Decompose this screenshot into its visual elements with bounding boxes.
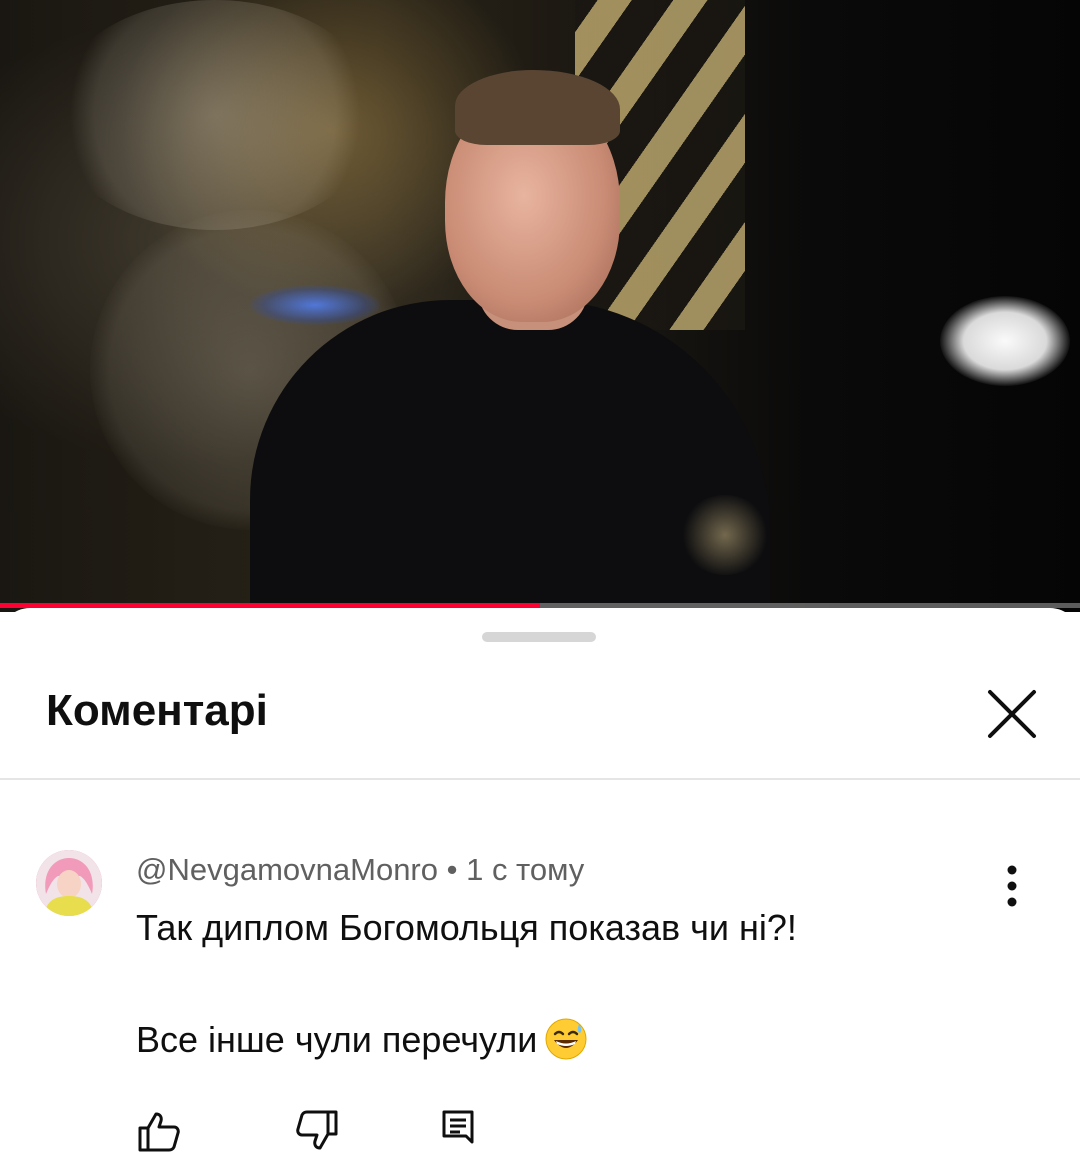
comment-author[interactable]: @NevgamovnaMonro <box>136 852 438 887</box>
bokeh-light <box>50 0 380 230</box>
person-body <box>250 300 770 612</box>
bokeh-light <box>250 285 380 325</box>
grinning-face-with-sweat-icon <box>545 1018 587 1060</box>
comment-meta: @NevgamovnaMonro • 1 с тому <box>136 852 584 888</box>
comment-text: Так диплом Богомольця показав чи ні?! Вс… <box>136 900 956 1068</box>
like-button[interactable] <box>136 1108 182 1154</box>
more-vertical-icon <box>1007 865 1017 907</box>
screen: Коментарі @NevgamovnaMonro • 1 с тому Та… <box>0 0 1080 1174</box>
thumbs-up-icon <box>138 1112 180 1152</box>
comments-sheet: Коментарі @NevgamovnaMonro • 1 с тому Та… <box>0 608 1080 1174</box>
comment-text-line: Все інше чули перечули <box>136 1012 956 1068</box>
bokeh-light <box>940 296 1070 386</box>
comment-text-line: Так диплом Богомольця показав чи ні?! <box>136 907 797 948</box>
avatar[interactable] <box>36 850 102 916</box>
close-button[interactable] <box>982 684 1042 744</box>
reply-button[interactable] <box>438 1108 484 1154</box>
drag-handle[interactable] <box>482 632 596 642</box>
thumbs-down-icon <box>296 1110 338 1150</box>
sheet-title: Коментарі <box>46 686 268 735</box>
bokeh-light <box>680 495 770 575</box>
person-hair <box>455 70 620 145</box>
dislike-button[interactable] <box>294 1108 340 1154</box>
avatar-image <box>36 850 102 916</box>
comment-time: 1 с тому <box>466 852 585 887</box>
meta-separator: • <box>438 852 467 887</box>
comment-more-button[interactable] <box>990 860 1034 916</box>
divider <box>0 778 1080 780</box>
reply-icon <box>442 1110 474 1144</box>
video-player[interactable] <box>0 0 1080 612</box>
close-icon <box>988 690 1036 738</box>
